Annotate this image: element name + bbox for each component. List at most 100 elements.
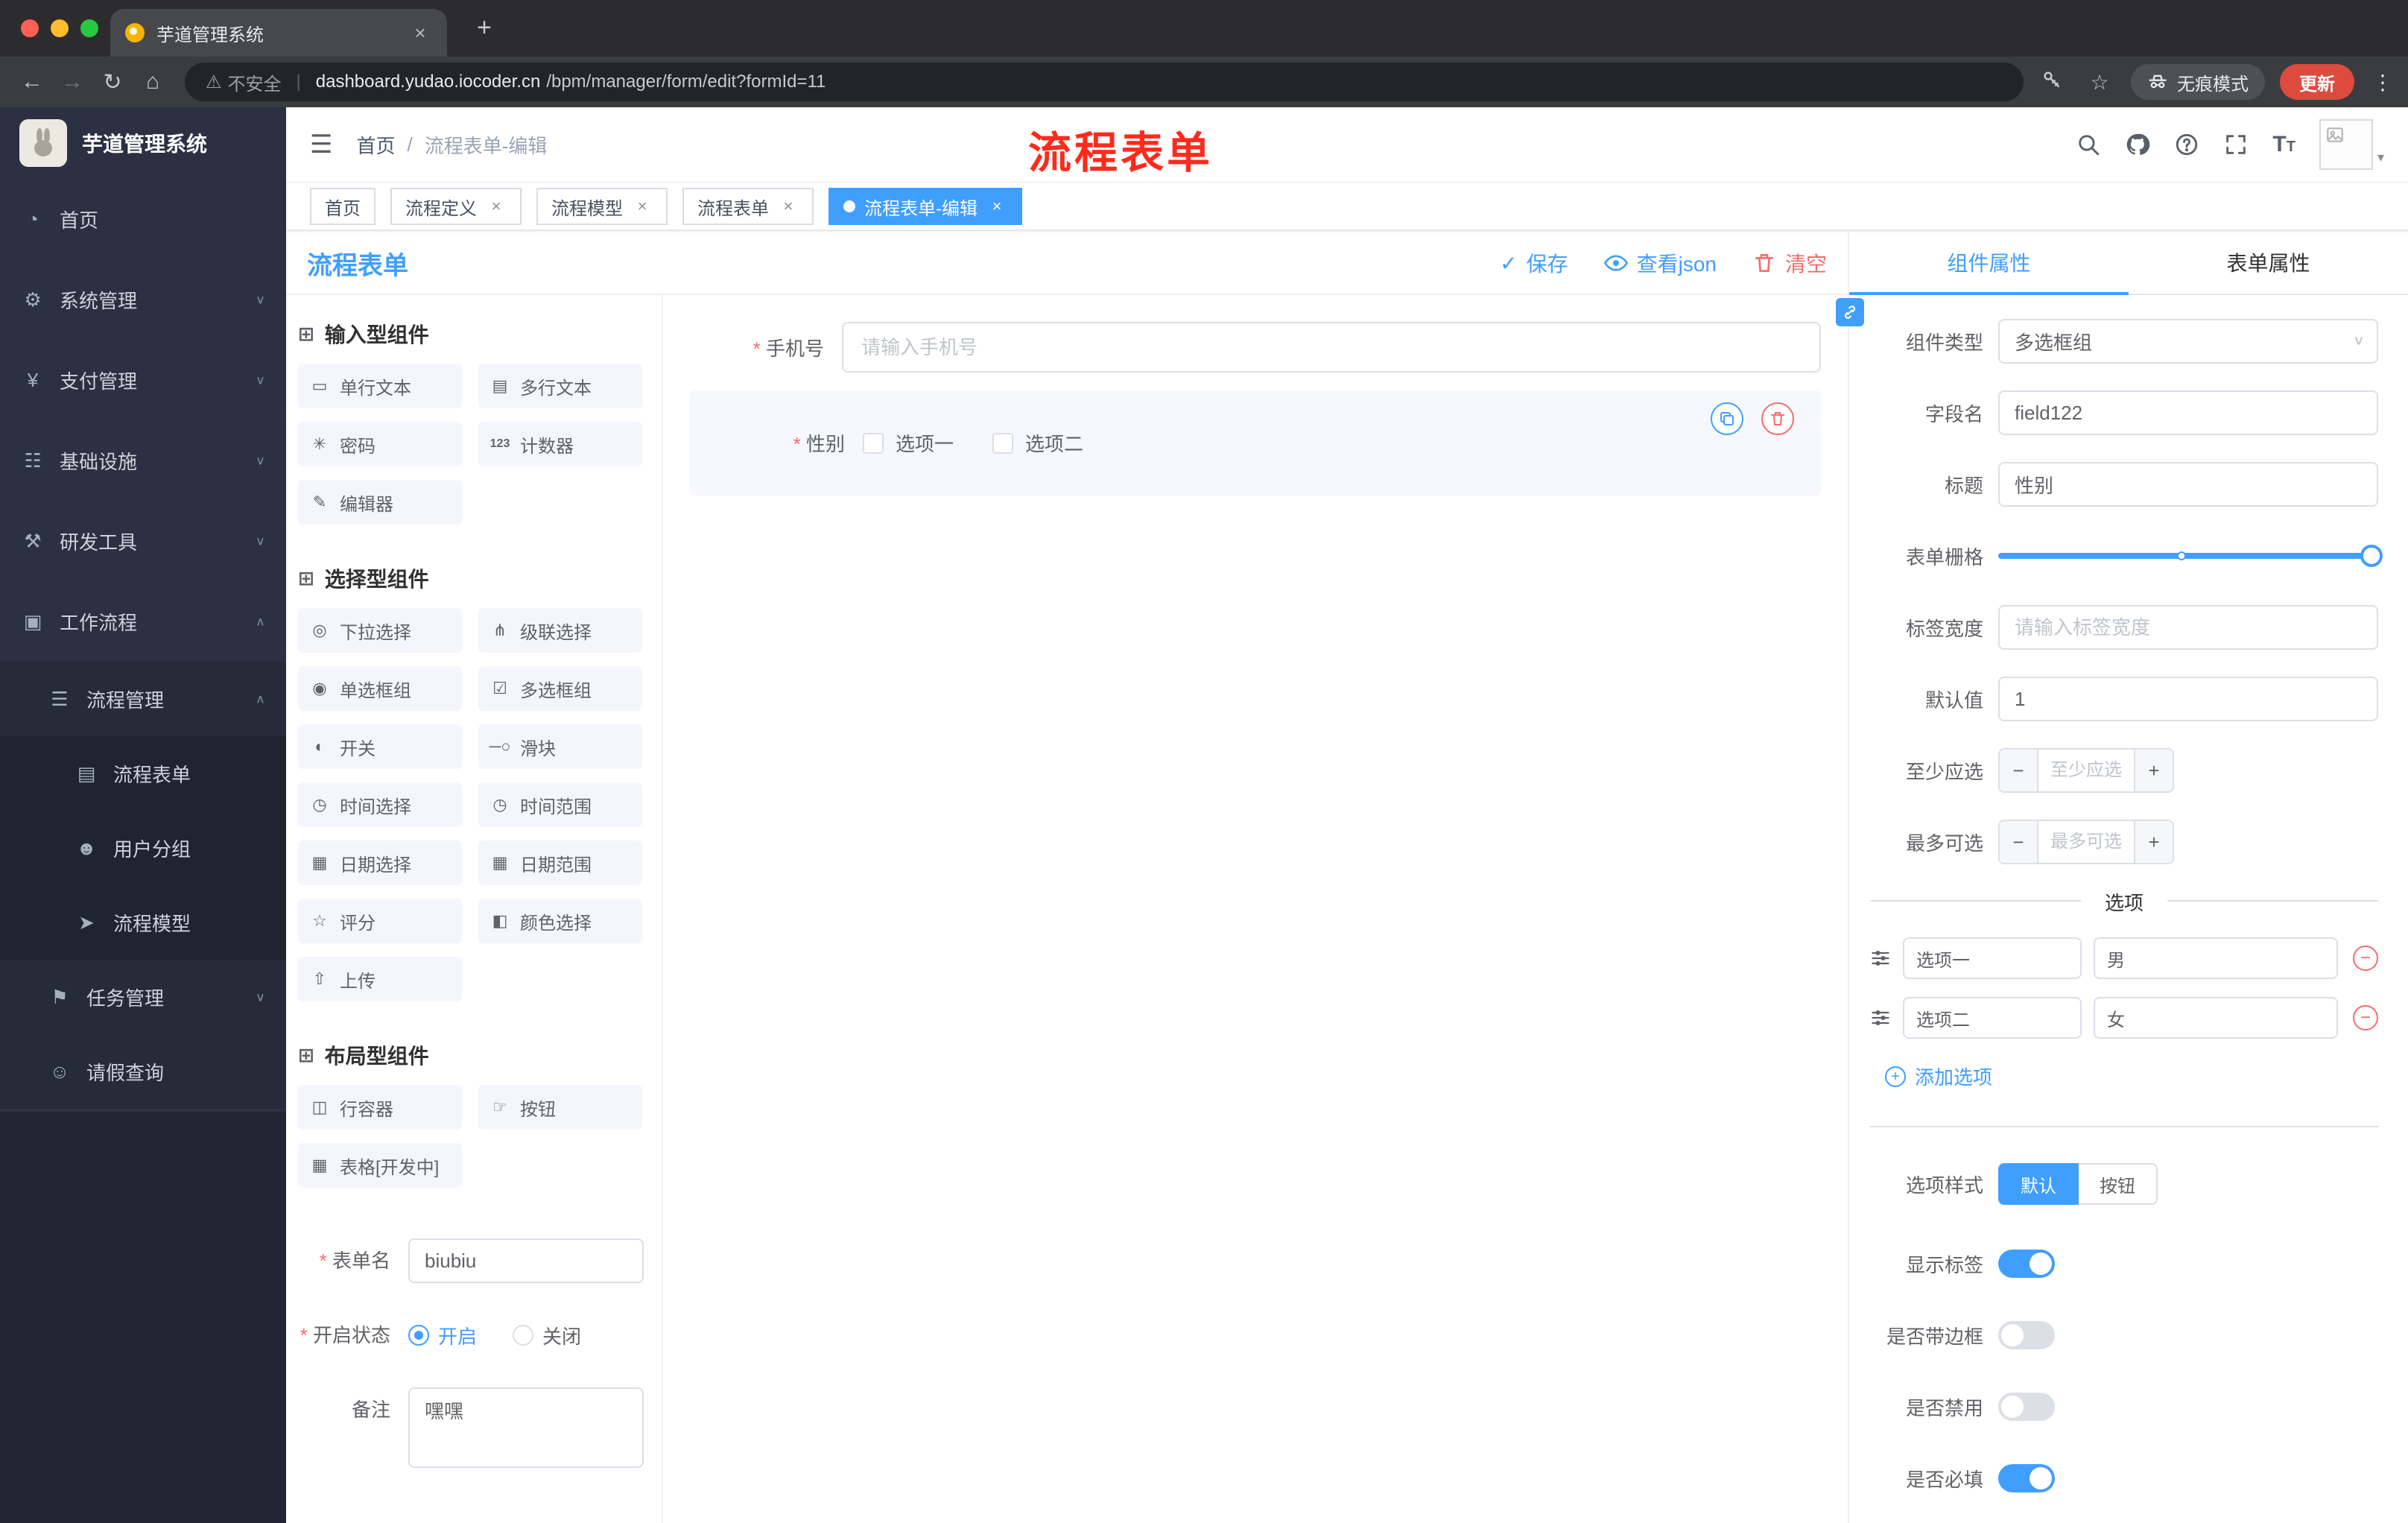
label-width-input[interactable] [1998, 605, 2378, 650]
new-tab-button[interactable]: + [468, 12, 501, 45]
sidebar-item-user-groups[interactable]: ☻ 用户分组 [0, 811, 286, 885]
link-badge-icon[interactable] [1836, 298, 1864, 326]
palette-item-date-picker[interactable]: ▦ 日期选择 [298, 840, 462, 885]
browser-tab[interactable]: 芋道管理系统 × [110, 9, 447, 57]
copy-component-button[interactable] [1711, 402, 1743, 435]
required-toggle[interactable] [1998, 1464, 2055, 1492]
radio-disabled[interactable]: 关闭 [513, 1322, 581, 1349]
phone-input[interactable] [842, 322, 1821, 373]
palette-item-cascader[interactable]: ⋔ 级联选择 [478, 608, 642, 653]
palette-item-color-picker[interactable]: ◧ 颜色选择 [478, 899, 642, 943]
sidebar-item-payment[interactable]: ¥ 支付管理 ∨ [0, 340, 286, 420]
close-window-button[interactable] [21, 19, 39, 37]
security-label[interactable]: 不安全 [228, 69, 282, 95]
home-button[interactable]: ⌂ [133, 69, 173, 95]
save-button[interactable]: ✓ 保存 [1500, 248, 1568, 278]
show-label-toggle[interactable] [1998, 1250, 2055, 1278]
palette-item-date-range[interactable]: ▦ 日期范围 [478, 840, 642, 885]
palette-item-password[interactable]: ✳ 密码 [298, 422, 462, 466]
min-select-input[interactable] [2038, 750, 2134, 791]
palette-item-select[interactable]: ◎ 下拉选择 [298, 608, 462, 653]
canvas-field-phone[interactable]: 手机号 [690, 322, 1821, 373]
palette-item-checkbox-group[interactable]: ☑ 多选框组 [478, 666, 642, 711]
option-value-input[interactable] [2094, 937, 2338, 979]
reload-button[interactable]: ↻ [92, 69, 133, 95]
breadcrumb-home[interactable]: 首页 [356, 131, 395, 159]
form-canvas[interactable]: 手机号 性别 [663, 295, 1848, 1523]
palette-item-counter[interactable]: 123 计数器 [478, 422, 642, 466]
sidebar-item-process-form[interactable]: ▤ 流程表单 [0, 736, 286, 811]
form-grid-slider[interactable] [1998, 533, 2383, 578]
font-size-icon[interactable]: TT [2272, 132, 2295, 157]
palette-item-radio-group[interactable]: ◉ 单选框组 [298, 666, 462, 711]
style-default-button[interactable]: 默认 [1998, 1163, 2079, 1205]
max-select-input[interactable] [2038, 821, 2134, 863]
delete-component-button[interactable] [1761, 402, 1794, 435]
sidebar-item-system[interactable]: ⚙ 系统管理 ∨ [0, 259, 286, 340]
form-remark-textarea[interactable]: 嘿嘿 [408, 1387, 644, 1468]
collapse-sidebar-icon[interactable]: ☰ [310, 130, 332, 159]
tag-process-form-edit[interactable]: 流程表单-编辑 × [828, 188, 1022, 225]
decrease-button[interactable]: − [2000, 750, 2038, 791]
sidebar-item-workflow[interactable]: ▣ 工作流程 ∧ [0, 581, 286, 662]
bookmark-star-icon[interactable]: ☆ [2083, 70, 2116, 95]
style-button-button[interactable]: 按钮 [2079, 1163, 2158, 1205]
component-type-select[interactable]: ∨ [1998, 319, 2378, 364]
default-value-input[interactable] [1998, 677, 2378, 721]
remove-option-button[interactable]: − [2353, 1005, 2378, 1030]
back-button[interactable]: ← [12, 69, 52, 95]
clear-button[interactable]: 清空 [1752, 248, 1827, 278]
drag-handle-icon[interactable] [1870, 1007, 1891, 1028]
slider-handle[interactable] [2360, 545, 2383, 567]
sidebar-item-devtools[interactable]: ⚒ 研发工具 ∨ [0, 501, 286, 581]
github-icon[interactable] [2125, 132, 2150, 157]
increase-button[interactable]: + [2134, 750, 2173, 791]
fullscreen-icon[interactable] [2223, 132, 2249, 157]
close-icon[interactable]: × [486, 197, 507, 216]
close-icon[interactable]: × [632, 197, 653, 216]
palette-item-time-picker[interactable]: ◷ 时间选择 [298, 782, 462, 827]
decrease-button[interactable]: − [2000, 821, 2038, 863]
sidebar-item-process-model[interactable]: ➤ 流程模型 [0, 885, 286, 960]
palette-item-row-container[interactable]: ◫ 行容器 [298, 1085, 462, 1130]
palette-item-table[interactable]: ▦ 表格[开发中] [298, 1143, 462, 1188]
view-json-button[interactable]: 查看json [1603, 248, 1717, 278]
help-icon[interactable] [2174, 132, 2199, 157]
slider-track[interactable] [1998, 545, 2383, 567]
border-toggle[interactable] [1998, 1321, 2055, 1349]
sidebar-item-home[interactable]: ◔ 首页 [0, 179, 286, 259]
drag-handle-icon[interactable] [1870, 948, 1891, 969]
palette-item-switch[interactable]: ◐ 开关 [298, 724, 462, 769]
close-icon[interactable]: × [778, 197, 799, 216]
palette-item-slider[interactable]: ─○ 滑块 [478, 724, 642, 769]
canvas-field-gender-selected[interactable]: 性别 选项一 选项二 [690, 390, 1821, 495]
minimize-window-button[interactable] [51, 19, 69, 37]
tab-component-props[interactable]: 组件属性 [1849, 232, 2129, 295]
sidebar-item-process-management[interactable]: ☰ 流程管理 ∧ [0, 662, 286, 736]
radio-enabled[interactable]: 开启 [408, 1322, 477, 1349]
checkbox-option-1[interactable]: 选项一 [863, 429, 954, 457]
app-logo[interactable]: 芋道管理系统 [0, 107, 286, 179]
palette-item-rate[interactable]: ☆ 评分 [298, 899, 462, 943]
palette-item-textarea[interactable]: ▤ 多行文本 [478, 364, 642, 408]
palette-item-time-range[interactable]: ◷ 时间范围 [478, 782, 642, 827]
component-type-value[interactable] [1998, 319, 2378, 364]
increase-button[interactable]: + [2134, 821, 2173, 863]
close-icon[interactable]: × [986, 197, 1007, 216]
forward-button[interactable]: → [52, 69, 92, 95]
min-select-stepper[interactable]: − + [1998, 748, 2174, 793]
option-label-input[interactable] [1903, 937, 2082, 979]
address-bar[interactable]: ⚠ 不安全 | dashboard.yudao.iocoder.cn /bpm/… [185, 63, 2024, 101]
title-input[interactable] [1998, 462, 2378, 507]
password-key-icon[interactable] [2035, 69, 2068, 96]
tag-process-model[interactable]: 流程模型 × [536, 188, 668, 225]
add-option-button[interactable]: + 添加选项 [1885, 1063, 2378, 1090]
field-name-input[interactable] [1998, 390, 2378, 435]
tag-home[interactable]: 首页 [310, 188, 376, 225]
sidebar-item-leave-query[interactable]: ☺ 请假查询 [0, 1034, 286, 1109]
browser-menu-icon[interactable]: ⋮ [2369, 70, 2396, 95]
option-label-input[interactable] [1903, 997, 2082, 1039]
tag-process-form[interactable]: 流程表单 × [682, 188, 814, 225]
sidebar-item-task-management[interactable]: ⚑ 任务管理 ∨ [0, 960, 286, 1034]
checkbox-option-2[interactable]: 选项二 [992, 429, 1083, 457]
